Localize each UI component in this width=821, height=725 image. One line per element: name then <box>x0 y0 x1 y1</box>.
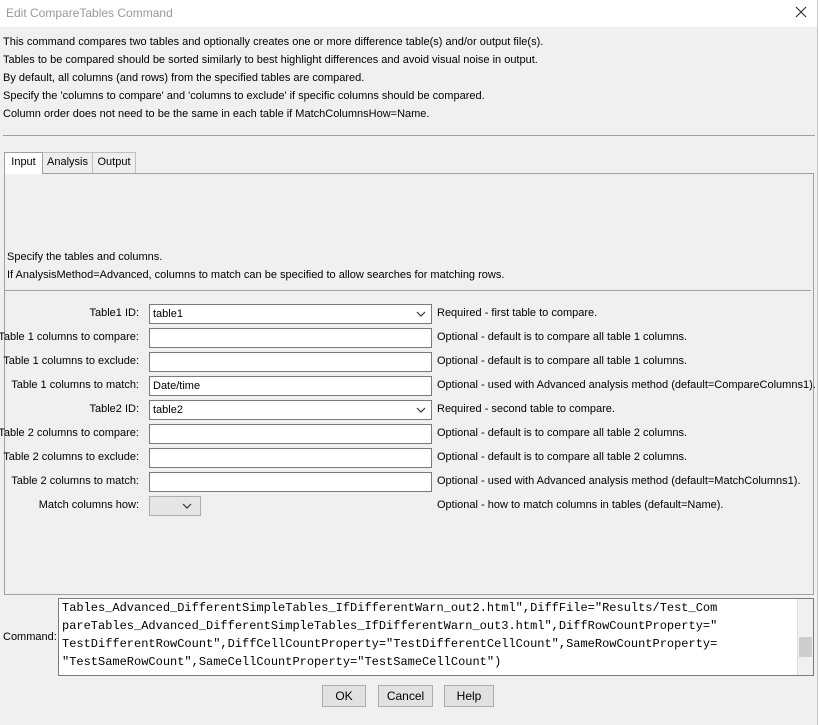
match-how-hint: Optional - how to match columns in table… <box>437 499 724 511</box>
chevron-down-icon <box>416 407 426 413</box>
t2-exclude-hint: Optional - default is to compare all tab… <box>437 451 688 463</box>
close-icon[interactable] <box>793 4 809 20</box>
panel-instruction: Specify the tables and columns. <box>7 251 163 263</box>
t1-match-hint: Optional - used with Advanced analysis m… <box>437 379 816 391</box>
t2-match-input[interactable] <box>149 472 432 492</box>
t1-compare-label: Table 1 columns to compare: <box>0 331 139 343</box>
scrollbar-thumb[interactable] <box>799 637 812 657</box>
ok-button[interactable]: OK <box>322 685 366 707</box>
intro-line: By default, all columns (and rows) from … <box>3 72 365 84</box>
command-scrollbar[interactable] <box>797 599 813 675</box>
dialog-window: Edit CompareTables Command This command … <box>0 0 818 725</box>
panel-divider <box>5 290 811 291</box>
help-button[interactable]: Help <box>444 685 494 707</box>
t2-match-label: Table 2 columns to match: <box>11 475 139 487</box>
t1-compare-input[interactable] <box>149 328 432 348</box>
t2-exclude-input[interactable] <box>149 448 432 468</box>
intro-text: This command compares two tables and opt… <box>3 33 543 123</box>
table1-id-hint: Required - first table to compare. <box>437 307 598 319</box>
t2-compare-hint: Optional - default is to compare all tab… <box>437 427 688 439</box>
table2-id-label: Table2 ID: <box>89 403 139 415</box>
t2-compare-label: Table 2 columns to compare: <box>0 427 139 439</box>
cancel-button[interactable]: Cancel <box>378 685 433 707</box>
title-bar: Edit CompareTables Command <box>0 0 817 27</box>
command-text: Tables_Advanced_DifferentSimpleTables_If… <box>62 601 718 669</box>
tab-input[interactable]: Input <box>4 152 43 174</box>
table2-id-hint: Required - second table to compare. <box>437 403 615 415</box>
intro-line: This command compares two tables and opt… <box>3 36 544 48</box>
t2-exclude-label: Table 2 columns to exclude: <box>3 451 139 463</box>
intro-line: Tables to be compared should be sorted s… <box>3 54 538 66</box>
intro-line: Specify the 'columns to compare' and 'co… <box>3 90 485 102</box>
table1-id-label: Table1 ID: <box>89 307 139 319</box>
table1-id-combo[interactable]: table1 <box>149 304 432 324</box>
command-label: Command: <box>3 631 57 643</box>
t1-match-input[interactable]: Date/time <box>149 376 432 396</box>
t1-compare-hint: Optional - default is to compare all tab… <box>437 331 688 343</box>
window-title: Edit CompareTables Command <box>6 6 173 20</box>
t2-match-hint: Optional - used with Advanced analysis m… <box>437 475 801 487</box>
t1-exclude-label: Table 1 columns to exclude: <box>3 355 139 367</box>
chevron-down-icon <box>182 503 192 509</box>
input-tab-panel: Specify the tables and columns. If Analy… <box>0 173 816 595</box>
t1-match-label: Table 1 columns to match: <box>11 379 139 391</box>
t2-compare-input[interactable] <box>149 424 432 444</box>
divider <box>3 135 815 136</box>
match-how-label: Match columns how: <box>38 499 139 511</box>
t1-exclude-input[interactable] <box>149 352 432 372</box>
command-textarea[interactable]: Tables_Advanced_DifferentSimpleTables_If… <box>58 598 814 676</box>
intro-line: Column order does not need to be the sam… <box>3 108 430 120</box>
t1-exclude-hint: Optional - default is to compare all tab… <box>437 355 688 367</box>
tab-analysis[interactable]: Analysis <box>42 152 93 173</box>
table2-id-combo[interactable]: table2 <box>149 400 432 420</box>
chevron-down-icon <box>416 311 426 317</box>
tab-output[interactable]: Output <box>92 152 136 173</box>
panel-instruction: If AnalysisMethod=Advanced, columns to m… <box>7 269 505 281</box>
match-how-combo[interactable] <box>149 496 201 516</box>
